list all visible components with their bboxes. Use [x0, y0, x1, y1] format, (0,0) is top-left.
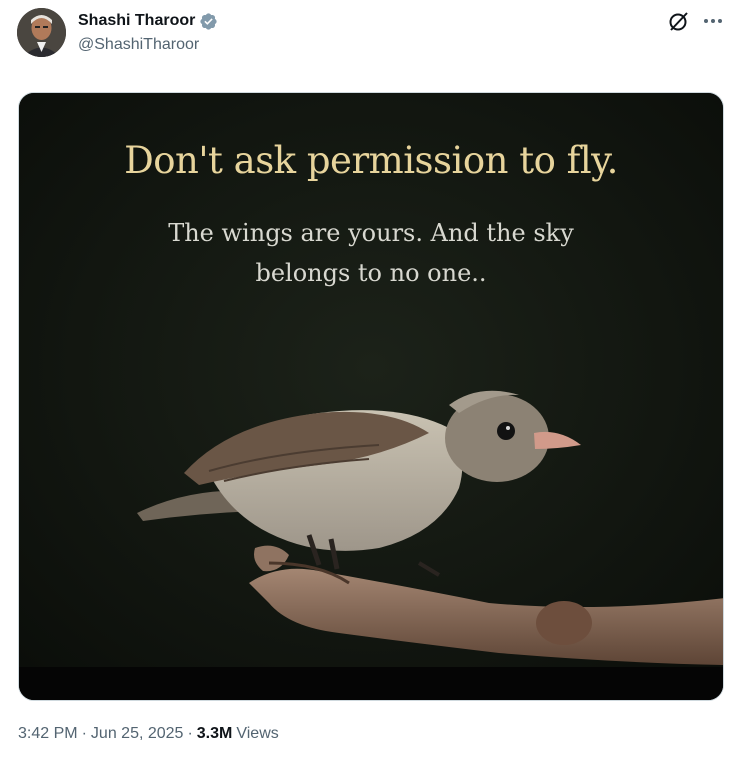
author-display-name[interactable]: Shashi Tharoor: [78, 12, 195, 30]
views-count[interactable]: 3.3M: [197, 725, 233, 743]
post-date[interactable]: Jun 25, 2025: [91, 725, 184, 743]
meta-separator: ·: [187, 725, 193, 742]
post-time[interactable]: 3:42 PM: [18, 725, 78, 743]
grok-icon[interactable]: [668, 10, 690, 32]
author-handle[interactable]: @ShashiTharoor: [78, 36, 199, 54]
post-image[interactable]: Don't ask permission to fly. The wings a…: [18, 92, 724, 701]
quote-line-1: The wings are yours. And the sky: [168, 219, 574, 247]
post-metadata: 3:42 PM · Jun 25, 2025 · 3.3M Views: [18, 725, 279, 743]
quote-title: Don't ask permission to fly.: [124, 139, 618, 182]
author-name-row: Shashi Tharoor: [78, 11, 218, 31]
quote-line-2: belongs to no one..: [255, 259, 487, 287]
views-label: Views: [236, 725, 279, 742]
quote-body: The wings are yours. And the sky belongs…: [19, 213, 723, 293]
verified-badge-icon: [200, 12, 217, 30]
meta-separator: ·: [81, 725, 87, 742]
author-avatar[interactable]: [17, 8, 66, 57]
more-icon[interactable]: [700, 10, 726, 32]
bird-illustration: [19, 93, 723, 700]
